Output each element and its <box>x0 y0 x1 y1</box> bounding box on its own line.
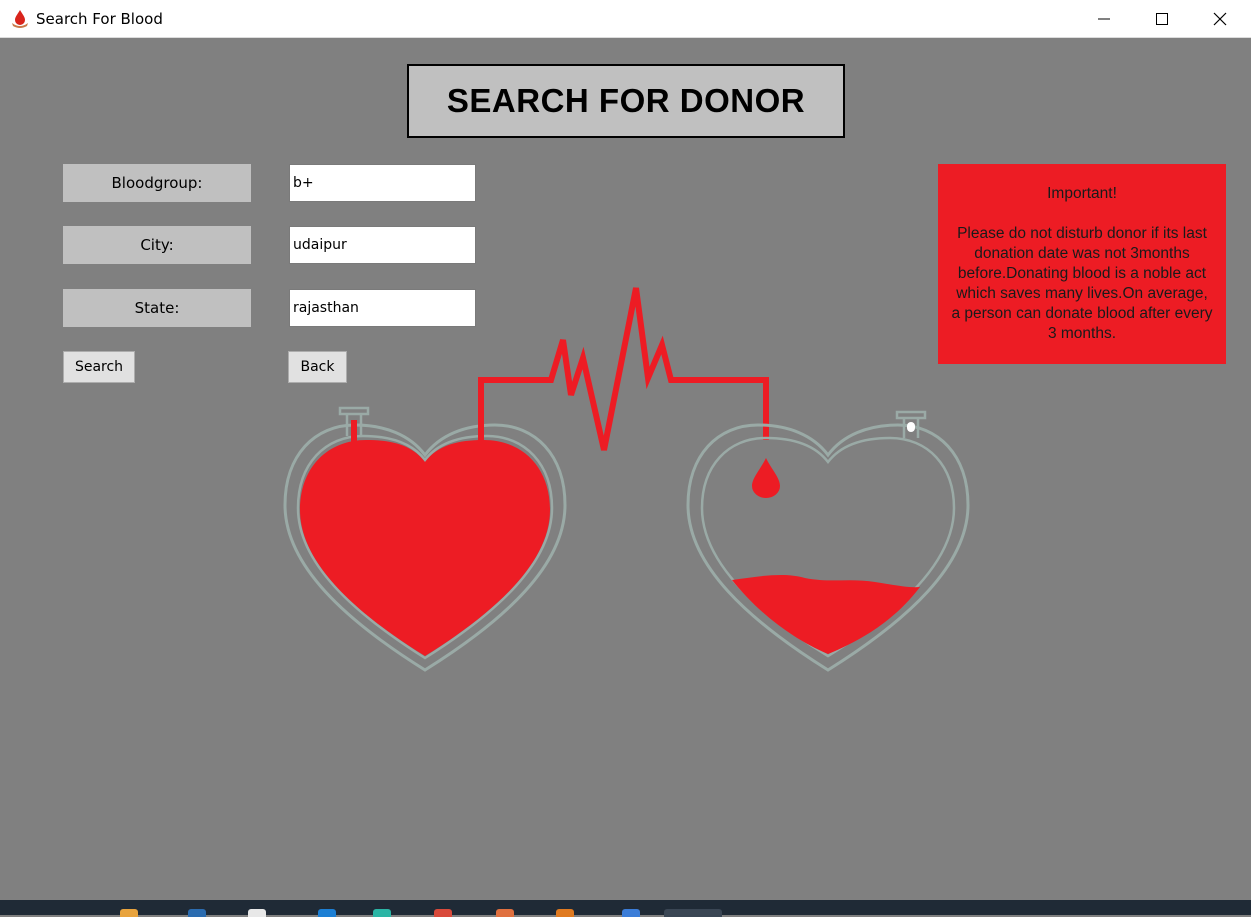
city-label: City: <box>63 226 251 264</box>
recipient-heart-blood <box>732 574 920 654</box>
donor-heart-bag <box>283 406 567 672</box>
document-icon[interactable] <box>248 909 266 917</box>
app-icon[interactable] <box>434 909 452 917</box>
os-taskbar <box>0 900 1251 917</box>
bloodgroup-input[interactable] <box>289 164 476 202</box>
state-input[interactable] <box>289 289 476 327</box>
city-input[interactable] <box>289 226 476 264</box>
bloodgroup-label: Bloodgroup: <box>63 164 251 202</box>
browser-icon[interactable] <box>318 909 336 917</box>
blood-drop <box>752 458 780 498</box>
folder-icon[interactable] <box>120 909 138 917</box>
search-button[interactable]: Search <box>63 351 135 383</box>
active-app-icon[interactable] <box>664 909 722 917</box>
state-label: State: <box>63 289 251 327</box>
app-icon[interactable] <box>188 909 206 917</box>
app-icon[interactable] <box>496 909 514 917</box>
app-icon[interactable] <box>373 909 391 917</box>
back-button[interactable]: Back <box>288 351 347 383</box>
donor-heart-blood <box>300 440 550 656</box>
app-icon[interactable] <box>556 909 574 917</box>
notice-heading: Important! <box>1047 185 1117 202</box>
important-notice: Important! Please do not disturb donor i… <box>938 164 1226 364</box>
notice-body: Please do not disturb donor if its last … <box>951 225 1213 342</box>
app-icon[interactable] <box>622 909 640 917</box>
page-title: SEARCH FOR DONOR <box>407 64 845 138</box>
transfusion-tube-heartbeat <box>478 287 769 451</box>
recipient-heart-bag <box>686 410 970 672</box>
